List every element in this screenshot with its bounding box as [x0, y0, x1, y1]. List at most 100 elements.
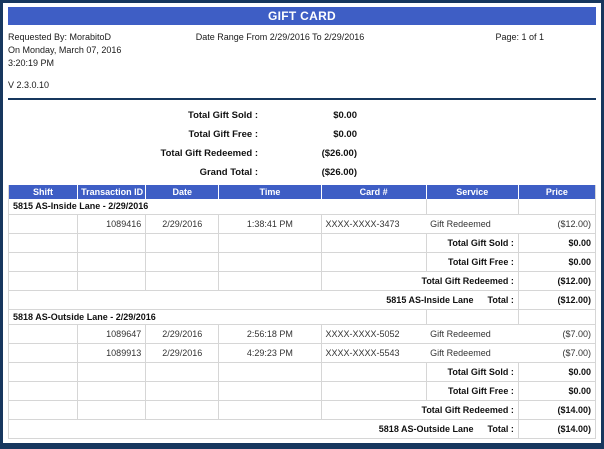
group-header-cell: 5818 AS-Outside Lane - 2/29/2016	[9, 309, 427, 324]
cell-price: ($7.00)	[518, 343, 595, 362]
report-page: GIFT CARD Requested By: MorabitoD On Mon…	[0, 0, 604, 449]
cell-empty	[78, 381, 146, 400]
cell-empty	[219, 233, 321, 252]
group-total-value: ($12.00)	[518, 290, 595, 309]
cell-empty	[219, 252, 321, 271]
cell-empty	[146, 233, 219, 252]
cell-empty	[518, 199, 595, 214]
summary-label: Total Gift Free :	[8, 125, 258, 144]
cell-time: 1:38:41 PM	[219, 214, 321, 233]
cell-service: Gift Redeemed	[426, 214, 518, 233]
cell-service: Gift Redeemed	[426, 324, 518, 343]
group-summary-value: $0.00	[518, 381, 595, 400]
group-total-value: ($14.00)	[518, 419, 595, 438]
cell-transaction-id: 1089416	[78, 214, 146, 233]
cell-shift	[9, 324, 78, 343]
report-content: GIFT CARD Requested By: MorabitoD On Mon…	[3, 3, 601, 439]
summary-value: $0.00	[258, 125, 357, 144]
group-header-cell: 5815 AS-Inside Lane - 2/29/2016	[9, 199, 427, 214]
group-summary-label: Total Gift Redeemed :	[321, 400, 518, 419]
cell-empty	[219, 381, 321, 400]
group-summary-value: $0.00	[518, 362, 595, 381]
cell-date: 2/29/2016	[146, 214, 219, 233]
cell-empty	[518, 309, 595, 324]
column-header-card: Card #	[321, 185, 426, 199]
cell-transaction-id: 1089913	[78, 343, 146, 362]
group-total-cell: 5818 AS-Outside LaneTotal :	[9, 419, 519, 438]
group-total-name: 5818 AS-Outside Lane	[379, 424, 474, 434]
cell-empty	[78, 252, 146, 271]
group-total-row: 5815 AS-Inside Lane Total : ($12.00)	[9, 290, 596, 309]
report-header-info: Requested By: MorabitoD On Monday, March…	[8, 31, 596, 92]
cell-empty	[78, 400, 146, 419]
group-summary-label: Total Gift Free :	[426, 381, 518, 400]
group-summary-label: Total Gift Redeemed :	[321, 271, 518, 290]
summary-row: Total Gift Redeemed : ($26.00)	[8, 144, 596, 163]
cell-empty	[426, 199, 518, 214]
group-total-label: Total :	[488, 295, 514, 305]
column-header-price: Price	[518, 185, 595, 199]
request-info-block: Requested By: MorabitoD On Monday, March…	[8, 31, 160, 92]
group-summary-row: Total Gift Free :$0.00	[9, 252, 596, 271]
summary-value: ($26.00)	[258, 144, 357, 163]
group-total-name: 5815 AS-Inside Lane	[386, 295, 473, 305]
group-summary-value: $0.00	[518, 233, 595, 252]
cell-empty	[146, 381, 219, 400]
column-header-time: Time	[219, 185, 321, 199]
group-summary-label: Total Gift Sold :	[426, 233, 518, 252]
requested-time-text: 3:20:19 PM	[8, 57, 160, 70]
cell-empty	[219, 271, 321, 290]
cell-empty	[321, 362, 426, 381]
cell-empty	[146, 271, 219, 290]
summary-row: Total Gift Sold : $0.00	[8, 106, 596, 125]
cell-date: 2/29/2016	[146, 343, 219, 362]
cell-price: ($7.00)	[518, 324, 595, 343]
cell-time: 2:56:18 PM	[219, 324, 321, 343]
summary-row: Grand Total : ($26.00)	[8, 163, 596, 182]
cell-date: 2/29/2016	[146, 324, 219, 343]
cell-empty	[321, 252, 426, 271]
version-text: V 2.3.0.10	[8, 79, 160, 92]
cell-empty	[9, 233, 78, 252]
cell-time: 4:29:23 PM	[219, 343, 321, 362]
group-summary-label: Total Gift Free :	[426, 252, 518, 271]
transactions-table: ShiftTransaction IDDateTimeCard #Service…	[8, 185, 596, 439]
cell-empty	[78, 362, 146, 381]
report-title-bar: GIFT CARD	[8, 7, 596, 25]
cell-card: XXXX-XXXX-5052	[321, 324, 426, 343]
cell-empty	[321, 381, 426, 400]
column-header-date: Date	[146, 185, 219, 199]
group-total-row: 5818 AS-Outside LaneTotal :($14.00)	[9, 419, 596, 438]
table-header-row: ShiftTransaction IDDateTimeCard #Service…	[9, 185, 596, 199]
summary-row: Total Gift Free : $0.00	[8, 125, 596, 144]
report-summary: Total Gift Sold : $0.00 Total Gift Free …	[8, 106, 596, 182]
summary-label: Total Gift Redeemed :	[8, 144, 258, 163]
requested-by-text: Requested By: MorabitoD	[8, 31, 160, 44]
group-summary-row: Total Gift Free :$0.00	[9, 381, 596, 400]
cell-empty	[146, 252, 219, 271]
cell-empty	[9, 362, 78, 381]
transaction-row: 10896472/29/20162:56:18 PMXXXX-XXXX-5052…	[9, 324, 596, 343]
cell-empty	[78, 233, 146, 252]
column-header-transaction-id: Transaction ID	[78, 185, 146, 199]
summary-label: Grand Total :	[8, 163, 258, 182]
group-summary-row: Total Gift Sold :$0.00	[9, 233, 596, 252]
group-summary-value: $0.00	[518, 252, 595, 271]
transaction-row: 10894162/29/20161:38:41 PMXXXX-XXXX-3473…	[9, 214, 596, 233]
group-total-cell: 5815 AS-Inside Lane Total :	[9, 290, 519, 309]
date-range-text: Date Range From 2/29/2016 To 2/29/2016	[160, 31, 400, 92]
cell-empty	[78, 271, 146, 290]
cell-service: Gift Redeemed	[426, 343, 518, 362]
transaction-row: 10899132/29/20164:29:23 PMXXXX-XXXX-5543…	[9, 343, 596, 362]
cell-shift	[9, 343, 78, 362]
group-summary-row: Total Gift Sold :$0.00	[9, 362, 596, 381]
column-header-service: Service	[426, 185, 518, 199]
cell-price: ($12.00)	[518, 214, 595, 233]
group-header-row: 5815 AS-Inside Lane - 2/29/2016	[9, 199, 596, 214]
column-header-shift: Shift	[9, 185, 78, 199]
header-divider	[8, 98, 596, 100]
cell-transaction-id: 1089647	[78, 324, 146, 343]
cell-empty	[9, 252, 78, 271]
summary-label: Total Gift Sold :	[8, 106, 258, 125]
cell-empty	[9, 271, 78, 290]
